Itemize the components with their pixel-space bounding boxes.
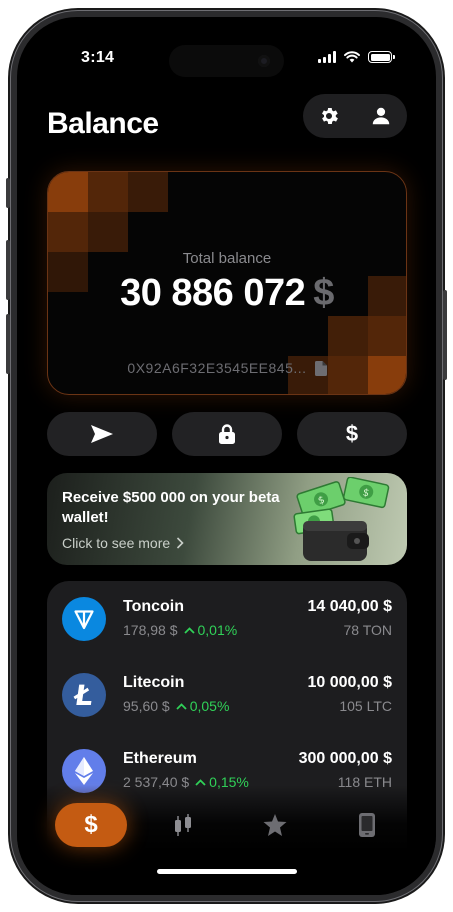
- asset-name: Litecoin: [123, 674, 185, 691]
- asset-name: Toncoin: [123, 598, 185, 615]
- card-pattern-tile: [48, 212, 88, 252]
- asset-change-value: 0,01%: [197, 622, 238, 638]
- star-icon: [263, 814, 287, 836]
- volume-up-button: [6, 240, 10, 300]
- dollar-icon: $: [345, 421, 359, 446]
- asset-amount: 78 TON: [343, 622, 392, 638]
- phone-icon: [359, 813, 375, 837]
- toncoin-icon: [62, 597, 106, 641]
- wallet-address: 0X92A6F32E3545EE845...: [127, 360, 307, 376]
- copy-icon[interactable]: [314, 360, 327, 376]
- battery-icon: [368, 51, 395, 63]
- power-button: [443, 290, 447, 380]
- action-button: [6, 178, 10, 208]
- asset-price: 178,98 $: [123, 622, 178, 638]
- card-pattern-tile: [88, 212, 128, 252]
- app-screen: 3:14 Balance Total balance 30 886 072 $ …: [17, 17, 436, 895]
- dollar-icon: $: [84, 811, 98, 838]
- balance-card: Total balance 30 886 072 $ 0X92A6F32E3545…: [47, 171, 407, 395]
- asset-row-litecoin[interactable]: Ł Litecoin 95,60 $ 0,05% 10 000,00 $ 105…: [47, 665, 407, 725]
- asset-row-toncoin[interactable]: Toncoin 178,98 $ 0,01% 14 040,00 $ 78 TO…: [47, 589, 407, 649]
- litecoin-icon: Ł: [62, 673, 106, 717]
- lock-icon: [219, 424, 235, 444]
- quick-actions: $: [47, 412, 407, 456]
- gear-icon: [322, 108, 338, 124]
- buy-button[interactable]: $: [297, 412, 407, 456]
- card-pattern-tile: [88, 172, 128, 212]
- money-wallet-illustration: $ $: [293, 477, 390, 561]
- card-pattern-tile: [368, 316, 406, 356]
- promo-link[interactable]: Click to see more: [62, 535, 184, 551]
- asset-change: 0,01%: [183, 622, 238, 638]
- dynamic-island: [169, 45, 284, 77]
- asset-name: Ethereum: [123, 750, 197, 767]
- status-icons: [318, 51, 395, 63]
- card-pattern-tile: [328, 316, 368, 356]
- chevron-right-icon: [177, 537, 184, 549]
- page-title: Balance: [47, 107, 159, 140]
- volume-down-button: [6, 314, 10, 374]
- candles-icon: [175, 814, 191, 836]
- promo-cta: Click to see more: [62, 535, 171, 551]
- tab-wallet[interactable]: $: [55, 803, 127, 847]
- tab-device[interactable]: [331, 803, 403, 847]
- wifi-icon: [344, 51, 360, 63]
- wallet-address-row[interactable]: 0X92A6F32E3545EE845...: [48, 360, 406, 376]
- home-indicator[interactable]: [157, 869, 297, 874]
- asset-change-value: 0,05%: [189, 698, 230, 714]
- tab-favorites[interactable]: [239, 803, 311, 847]
- lock-button[interactable]: [172, 412, 282, 456]
- card-pattern-tile: [48, 172, 88, 212]
- asset-value: 300 000,00 $: [298, 750, 392, 767]
- total-balance-label: Total balance: [182, 250, 272, 267]
- total-balance-amount: 30 886 072 $: [48, 272, 406, 315]
- status-time: 3:14: [81, 49, 115, 66]
- camera-icon: [258, 55, 270, 67]
- asset-price-row: 178,98 $ 0,01%: [123, 622, 237, 638]
- asset-price-row: 95,60 $ 0,05%: [123, 698, 229, 714]
- asset-value: 10 000,00 $: [307, 674, 392, 691]
- promo-banner[interactable]: Receive $500 000 on your beta wallet! Cl…: [47, 473, 407, 565]
- cellular-signal-icon: [318, 51, 336, 63]
- card-pattern-tile: [128, 172, 168, 212]
- settings-button[interactable]: [309, 96, 349, 136]
- arrow-up-icon: [176, 702, 187, 710]
- tab-bar: $: [47, 803, 407, 847]
- asset-price: 95,60 $: [123, 698, 170, 714]
- balance-currency: $: [313, 272, 334, 314]
- asset-amount: 105 LTC: [339, 698, 392, 714]
- person-icon: [372, 107, 390, 125]
- balance-value: 30 886 072: [120, 272, 306, 314]
- profile-button[interactable]: [361, 96, 401, 136]
- tab-markets[interactable]: [147, 803, 219, 847]
- send-button[interactable]: [47, 412, 157, 456]
- arrow-up-icon: [183, 626, 195, 634]
- asset-value: 14 040,00 $: [307, 598, 392, 615]
- status-bar: 3:14: [17, 17, 436, 77]
- header-actions: [303, 94, 407, 138]
- asset-change: 0,05%: [176, 698, 230, 714]
- promo-title: Receive $500 000 on your beta wallet!: [62, 489, 280, 526]
- send-icon: [91, 425, 113, 443]
